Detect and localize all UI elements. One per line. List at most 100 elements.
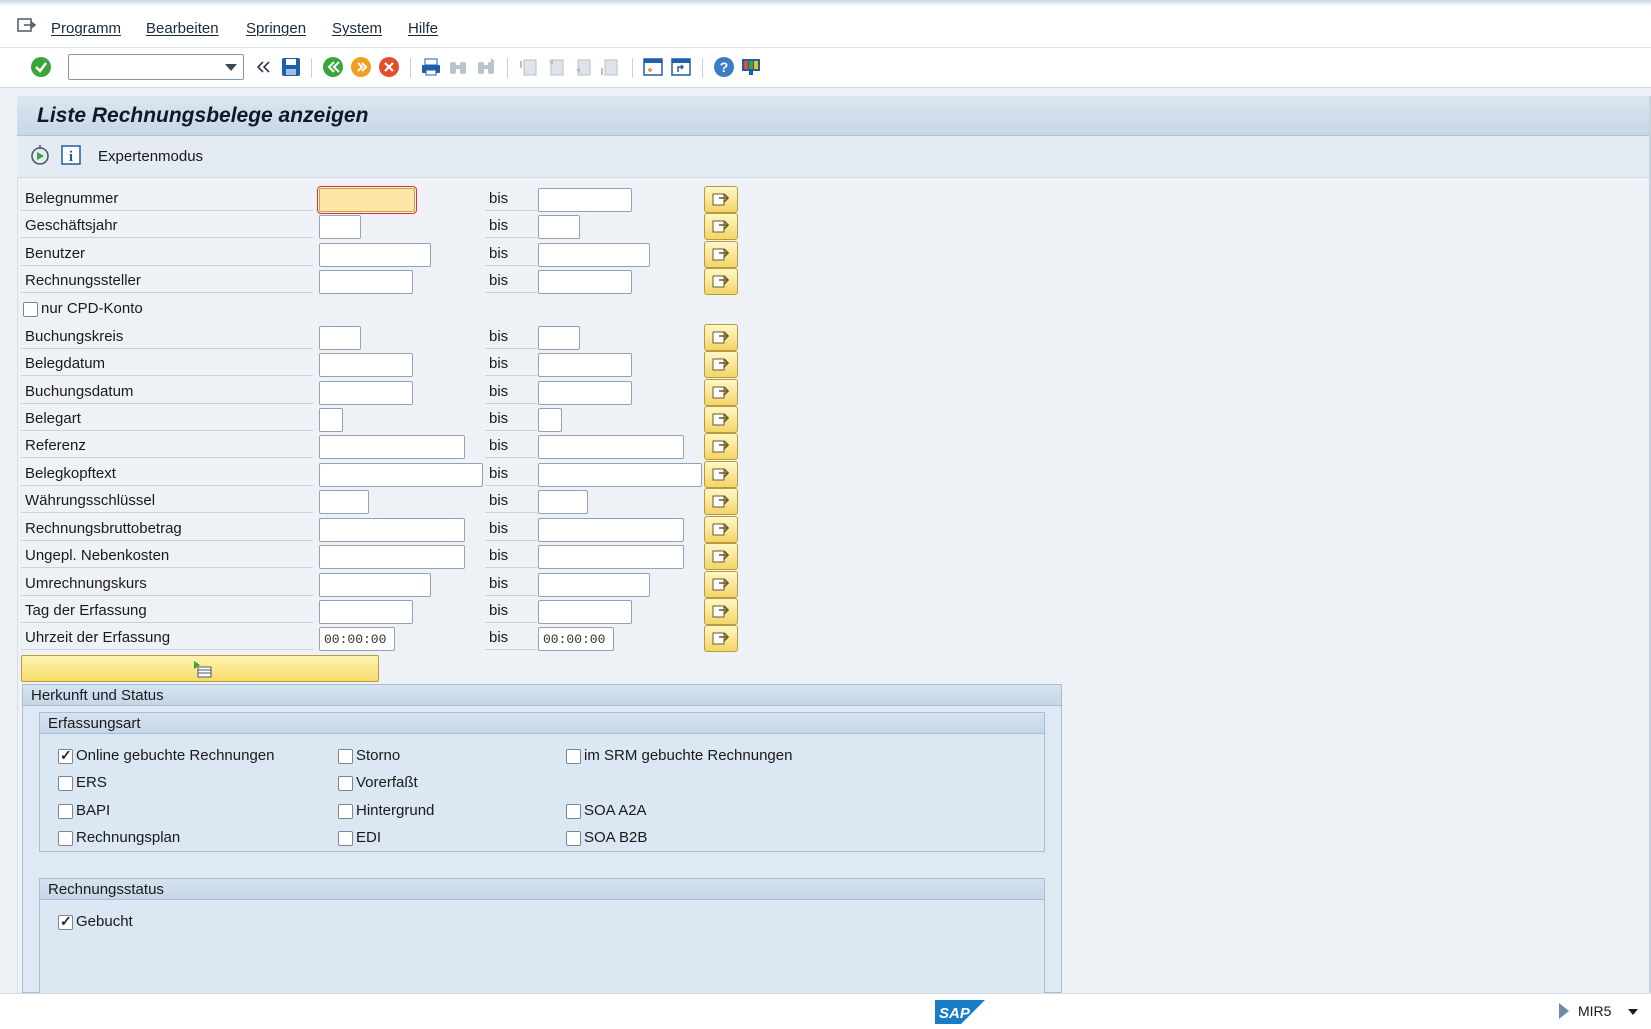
to-input[interactable] <box>538 545 684 569</box>
from-input[interactable] <box>319 463 483 487</box>
to-input[interactable] <box>538 518 684 542</box>
from-input[interactable] <box>319 600 413 624</box>
menu-hilfe[interactable]: Hilfe <box>408 20 438 37</box>
erfassungsart-label: BAPI <box>76 802 111 819</box>
double-chevron-left-icon[interactable] <box>251 55 275 79</box>
chevron-down-icon[interactable] <box>1628 1009 1638 1015</box>
first-page-icon[interactable] <box>517 55 541 79</box>
multiple-selection-button[interactable] <box>704 379 738 406</box>
previous-page-icon[interactable] <box>544 55 568 79</box>
multiple-selection-button[interactable] <box>704 324 738 351</box>
erfassungsart-checkbox[interactable] <box>338 831 353 846</box>
erfassungsart-checkbox[interactable] <box>58 776 73 791</box>
menu-toggle-icon[interactable] <box>16 16 38 34</box>
to-input[interactable] <box>538 353 632 377</box>
from-input[interactable] <box>319 353 413 377</box>
from-input[interactable] <box>319 545 465 569</box>
from-input[interactable] <box>319 627 395 651</box>
dynamic-selections-button[interactable] <box>21 655 379 682</box>
field-label: Buchungsdatum <box>25 383 134 400</box>
erfassungsart-checkbox[interactable] <box>58 747 73 764</box>
multiple-selection-icon <box>711 491 731 513</box>
to-input[interactable] <box>538 435 684 459</box>
from-input[interactable] <box>319 573 431 597</box>
find-icon[interactable] <box>446 55 470 79</box>
next-page-icon[interactable] <box>571 55 595 79</box>
from-input[interactable] <box>317 186 417 214</box>
multiple-selection-button[interactable] <box>704 268 738 295</box>
multiple-selection-button[interactable] <box>704 571 738 598</box>
multiple-selection-button[interactable] <box>704 625 738 652</box>
from-input[interactable] <box>319 215 361 239</box>
info-icon[interactable]: i <box>61 145 81 165</box>
command-field[interactable] <box>68 54 244 80</box>
from-input[interactable] <box>319 381 413 405</box>
last-page-icon[interactable] <box>598 55 622 79</box>
multiple-selection-button[interactable] <box>704 516 738 543</box>
from-input[interactable] <box>319 518 465 542</box>
to-input[interactable] <box>538 215 580 239</box>
menu-springen[interactable]: Springen <box>246 20 306 37</box>
selection-row: Belegart bis <box>0 406 740 433</box>
exit-icon[interactable] <box>349 55 373 79</box>
menu-programm[interactable]: Programm <box>51 20 121 37</box>
expert-mode-button[interactable]: Expertenmodus <box>98 148 203 165</box>
cpd-checkbox[interactable] <box>23 302 38 317</box>
to-input[interactable] <box>538 573 650 597</box>
menu-bearbeiten[interactable]: Bearbeiten <box>146 20 219 37</box>
enter-icon[interactable] <box>29 55 53 79</box>
to-input[interactable] <box>538 188 632 212</box>
back-icon[interactable] <box>321 55 345 79</box>
multiple-selection-button[interactable] <box>704 351 738 378</box>
erfassungsart-checkbox[interactable] <box>566 749 581 764</box>
erfassungsart-checkbox[interactable] <box>566 804 581 819</box>
shortcut-icon[interactable] <box>669 55 693 79</box>
multiple-selection-button[interactable] <box>704 543 738 570</box>
save-icon[interactable] <box>279 55 303 79</box>
to-input[interactable] <box>538 326 580 350</box>
to-input[interactable] <box>538 270 632 294</box>
erfassungsart-checkbox[interactable] <box>338 804 353 819</box>
chevron-down-icon[interactable] <box>225 64 237 71</box>
label-underline <box>485 567 537 568</box>
multiple-selection-button[interactable] <box>704 406 738 433</box>
find-next-icon[interactable] <box>474 55 498 79</box>
multiple-selection-button[interactable] <box>704 598 738 625</box>
multiple-selection-button[interactable] <box>704 461 738 488</box>
execute-icon[interactable] <box>29 145 51 167</box>
multiple-selection-button[interactable] <box>704 213 738 240</box>
play-icon[interactable] <box>1559 1003 1569 1019</box>
from-input[interactable] <box>319 270 413 294</box>
to-input[interactable] <box>538 243 650 267</box>
new-session-icon[interactable] <box>641 55 665 79</box>
from-input[interactable] <box>319 243 431 267</box>
erfassungsart-checkbox[interactable] <box>58 831 73 846</box>
to-input[interactable] <box>538 408 562 432</box>
erfassungsart-checkbox[interactable] <box>58 804 73 819</box>
multiple-selection-button[interactable] <box>704 186 738 213</box>
erfassungsart-checkbox[interactable] <box>338 776 353 791</box>
menu-system[interactable]: System <box>332 20 382 37</box>
cancel-icon[interactable] <box>377 55 401 79</box>
selection-row: Umrechnungskurs bis <box>0 571 740 598</box>
selection-row: Benutzer bis <box>0 241 740 268</box>
svg-text:i: i <box>69 149 73 165</box>
erfassungsart-checkbox[interactable] <box>566 831 581 846</box>
from-input[interactable] <box>319 408 343 432</box>
multiple-selection-button[interactable] <box>704 488 738 515</box>
print-icon[interactable] <box>419 55 443 79</box>
from-input[interactable] <box>319 435 465 459</box>
to-input[interactable] <box>538 463 702 487</box>
help-icon[interactable]: ? <box>712 55 736 79</box>
erfassungsart-checkbox[interactable] <box>338 749 353 764</box>
from-input[interactable] <box>319 326 361 350</box>
to-input[interactable] <box>538 381 632 405</box>
multiple-selection-button[interactable] <box>704 433 738 460</box>
rechnungsstatus-checkbox[interactable] <box>58 913 73 930</box>
from-input[interactable] <box>319 490 369 514</box>
to-input[interactable] <box>538 490 588 514</box>
customize-layout-icon[interactable] <box>739 55 763 79</box>
to-input[interactable] <box>538 600 632 624</box>
to-input[interactable] <box>538 627 614 651</box>
multiple-selection-button[interactable] <box>704 241 738 268</box>
